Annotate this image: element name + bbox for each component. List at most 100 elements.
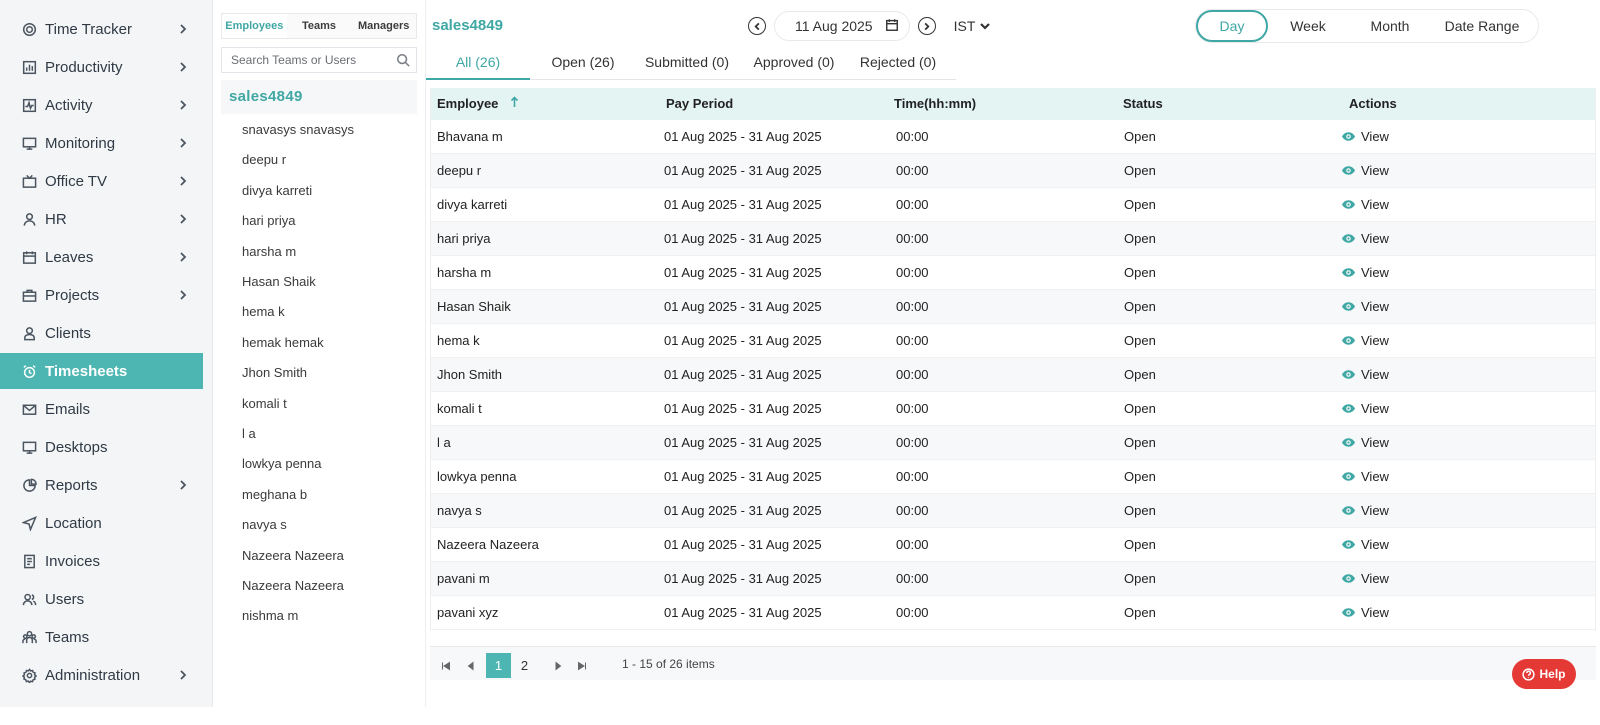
sidebar-item-projects[interactable]: Projects (0, 277, 203, 313)
sidebar-item-location[interactable]: Location (0, 505, 203, 541)
date-picker[interactable]: 11 Aug 2025 (774, 11, 910, 41)
tab-month[interactable]: Month (1348, 10, 1432, 42)
next-page-icon[interactable] (553, 658, 565, 671)
sidebar-item-hr[interactable]: HR (0, 201, 203, 237)
sidebar-item-activity[interactable]: Activity (0, 87, 203, 123)
sort-ascending-icon[interactable] (510, 96, 519, 111)
sidebar-item-teams[interactable]: Teams (0, 619, 203, 655)
pie-chart-icon (20, 476, 38, 494)
view-button[interactable]: View (1341, 596, 1389, 629)
sidebar-item-users[interactable]: Users (0, 581, 203, 617)
cell-status: Open (1124, 435, 1156, 450)
page-2-button[interactable]: 2 (512, 653, 537, 678)
user-list-item[interactable]: l a (242, 425, 256, 443)
user-list-item[interactable]: komali t (242, 395, 287, 413)
team-item-selected[interactable]: sales4849 (221, 80, 417, 114)
view-button[interactable]: View (1341, 358, 1389, 391)
tab-managers[interactable]: Managers (351, 14, 416, 38)
cell-status: Open (1124, 537, 1156, 552)
tab-open[interactable]: Open (26) (546, 46, 620, 80)
cell-pay-period: 01 Aug 2025 - 31 Aug 2025 (664, 197, 822, 212)
tab-employees[interactable]: Employees (222, 14, 287, 38)
view-button[interactable]: View (1341, 426, 1389, 459)
view-button[interactable]: View (1341, 256, 1389, 289)
user-list-item[interactable]: snavasys snavasys (242, 121, 354, 139)
column-header-status[interactable]: Status (1123, 88, 1163, 120)
column-header-time[interactable]: Time(hh:mm) (894, 88, 976, 120)
table-body: Bhavana m 01 Aug 2025 - 31 Aug 2025 00:00 O… (431, 120, 1595, 630)
tab-approved[interactable]: Approved (0) (752, 46, 836, 80)
search-icon[interactable] (396, 53, 410, 72)
view-button[interactable]: View (1341, 154, 1389, 187)
tab-day[interactable]: Day (1196, 10, 1268, 42)
user-list-item[interactable]: Hasan Shaik (242, 273, 316, 291)
timezone-dropdown[interactable]: IST (954, 18, 992, 34)
user-list-item[interactable]: deepu r (242, 151, 286, 169)
user-list-item[interactable]: lowkya penna (242, 455, 322, 473)
cell-status: Open (1124, 401, 1156, 416)
cell-status: Open (1124, 231, 1156, 246)
view-button[interactable]: View (1341, 562, 1389, 595)
page-1-button[interactable]: 1 (486, 653, 511, 678)
tab-all[interactable]: All (26) (426, 46, 530, 80)
table-row: lowkya penna 01 Aug 2025 - 31 Aug 2025 00:… (431, 460, 1595, 494)
user-list-item[interactable]: Nazeera Nazeera (242, 547, 344, 565)
search-input[interactable] (222, 49, 392, 71)
sidebar-item-reports[interactable]: Reports (0, 467, 203, 503)
first-page-icon[interactable] (441, 658, 453, 671)
view-button[interactable]: View (1341, 290, 1389, 323)
sidebar-item-productivity[interactable]: Productivity (0, 49, 203, 85)
sidebar-item-leaves[interactable]: Leaves (0, 239, 203, 275)
sidebar-item-desktops[interactable]: Desktops (0, 429, 203, 465)
view-button[interactable]: View (1341, 528, 1389, 561)
client-icon (20, 324, 38, 342)
user-list-item[interactable]: Nazeera Nazeera (242, 577, 344, 595)
sidebar-item-administration[interactable]: Administration (0, 657, 203, 693)
view-button[interactable]: View (1341, 324, 1389, 357)
sidebar-item-invoices[interactable]: Invoices (0, 543, 203, 579)
tab-rejected[interactable]: Rejected (0) (858, 46, 938, 80)
eye-icon (1341, 234, 1356, 243)
view-button[interactable]: View (1341, 120, 1389, 153)
cell-pay-period: 01 Aug 2025 - 31 Aug 2025 (664, 435, 822, 450)
user-list-item[interactable]: harsha m (242, 243, 296, 261)
user-list-item[interactable]: hari priya (242, 212, 295, 230)
sidebar-item-timesheets[interactable]: Timesheets (0, 353, 203, 389)
tab-date-range[interactable]: Date Range (1432, 10, 1532, 42)
tab-submitted[interactable]: Submitted (0) (642, 46, 732, 80)
last-page-icon[interactable] (577, 658, 589, 671)
calendar-icon[interactable] (885, 18, 899, 35)
view-button[interactable]: View (1341, 392, 1389, 425)
eye-icon (1341, 268, 1356, 277)
help-icon (1522, 667, 1536, 681)
previous-page-icon[interactable] (466, 658, 478, 671)
sidebar-item-clients[interactable]: Clients (0, 315, 203, 351)
user-list-item[interactable]: hemak hemak (242, 334, 324, 352)
user-list-item[interactable]: divya karreti (242, 182, 312, 200)
view-label: View (1361, 333, 1389, 348)
view-button[interactable]: View (1341, 494, 1389, 527)
view-label: View (1361, 367, 1389, 382)
sidebar-item-time-tracker[interactable]: Time Tracker (0, 11, 203, 47)
table-row: Hasan Shaik 01 Aug 2025 - 31 Aug 2025 00:0… (431, 290, 1595, 324)
column-header-pay-period[interactable]: Pay Period (666, 88, 733, 120)
view-button[interactable]: View (1341, 460, 1389, 493)
sidebar-item-office-tv[interactable]: Office TV (0, 163, 203, 199)
next-date-button[interactable] (917, 17, 936, 35)
column-header-employee[interactable]: Employee (437, 88, 498, 120)
chevron-right-icon (177, 212, 191, 226)
user-list-item[interactable]: Jhon Smith (242, 364, 307, 382)
view-button[interactable]: View (1341, 222, 1389, 255)
tab-week[interactable]: Week (1268, 10, 1348, 42)
help-button[interactable]: Help (1512, 659, 1576, 689)
sidebar-item-emails[interactable]: Emails (0, 391, 203, 427)
user-list-item[interactable]: navya s (242, 516, 287, 534)
user-list-item[interactable]: nishma m (242, 607, 298, 625)
user-list-item[interactable]: meghana b (242, 486, 307, 504)
table-row: pavani m 01 Aug 2025 - 31 Aug 2025 00:00 Op… (431, 562, 1595, 596)
user-list-item[interactable]: hema k (242, 303, 285, 321)
previous-date-button[interactable] (748, 17, 766, 35)
sidebar-item-monitoring[interactable]: Monitoring (0, 125, 203, 161)
tab-teams[interactable]: Teams (287, 14, 352, 38)
view-button[interactable]: View (1341, 188, 1389, 221)
